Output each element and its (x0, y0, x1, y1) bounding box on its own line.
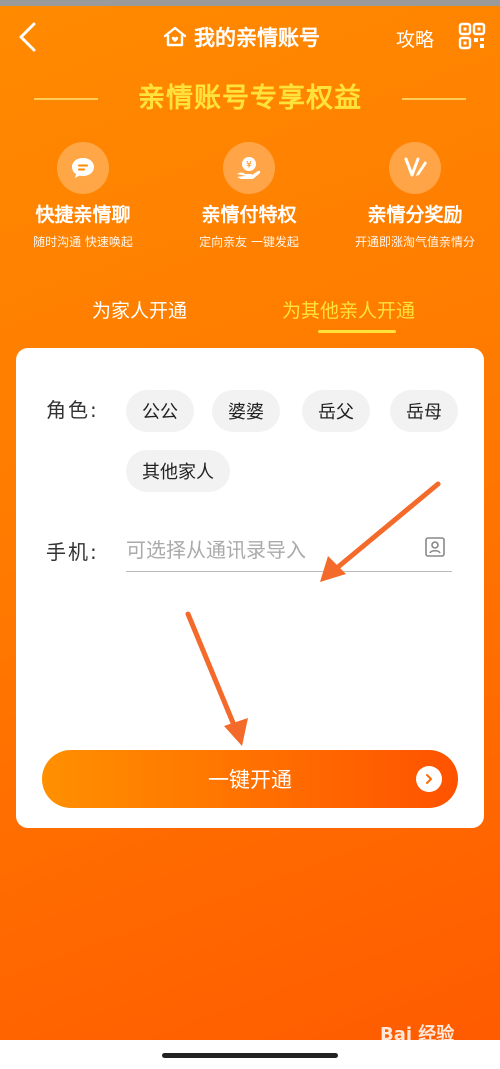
role-chip-other-family[interactable]: 其他家人 (126, 450, 230, 492)
chat-icon (57, 142, 109, 194)
tab-bar: 为家人开通 为其他亲人开通 (0, 296, 500, 336)
role-chip-mother-in-law[interactable]: 婆婆 (212, 390, 280, 432)
benefit-subtitle: 开通即涨淘气值亲情分 (354, 235, 475, 249)
watermark-logo: Bai 经验 (380, 1024, 455, 1045)
benefit-item: 亲情分奖励 开通即涨淘气值亲情分 (332, 142, 498, 250)
back-icon[interactable] (14, 20, 44, 54)
activate-button[interactable]: 一键开通 (42, 750, 458, 808)
form-card: 角色: 公公 婆婆 岳父 岳母 其他家人 手机: 一键开通 (16, 348, 484, 828)
activate-button-label: 一键开通 (208, 768, 292, 792)
role-chip-wife-mother[interactable]: 岳母 (390, 390, 458, 432)
decor-line-right (402, 98, 466, 100)
payment-hand-icon: ¥ (223, 142, 275, 194)
benefit-title: 亲情分奖励 (367, 204, 463, 226)
chevron-right-icon (416, 766, 442, 792)
decor-line-left (34, 98, 98, 100)
phone-label: 手机: (46, 540, 99, 564)
page-title: 我的亲情账号 (162, 22, 320, 52)
benefit-title: 快捷亲情聊 (35, 204, 131, 226)
active-tab-indicator (318, 330, 396, 333)
benefits-heading: 亲情账号专享权益 (0, 76, 500, 115)
phone-input[interactable] (126, 528, 452, 572)
guide-link[interactable]: 攻略 (396, 25, 434, 52)
benefit-subtitle: 随时沟通 快速唤起 (33, 235, 133, 249)
benefit-title: 亲情付特权 (201, 204, 297, 226)
contacts-icon[interactable] (424, 536, 446, 558)
role-label: 角色: (46, 398, 99, 422)
benefits-heading-text: 亲情账号专享权益 (138, 83, 362, 114)
reward-pen-icon (389, 142, 441, 194)
page-title-text: 我的亲情账号 (194, 26, 320, 50)
header: 我的亲情账号 攻略 (0, 6, 500, 66)
tab-family[interactable]: 为家人开通 (92, 296, 187, 323)
benefit-item: ¥ 亲情付特权 定向亲友 一键发起 (166, 142, 332, 250)
family-home-icon (163, 26, 187, 47)
svg-text:¥: ¥ (246, 161, 252, 171)
benefits-list: 快捷亲情聊 随时沟通 快速唤起 ¥ 亲情付特权 定向亲友 一键发起 亲情分奖励 … (0, 142, 500, 250)
tab-other-relatives[interactable]: 为其他亲人开通 (282, 296, 415, 323)
qr-code-icon[interactable] (458, 22, 486, 50)
role-chip-father-in-law[interactable]: 公公 (126, 390, 194, 432)
benefit-item: 快捷亲情聊 随时沟通 快速唤起 (0, 142, 166, 250)
home-indicator[interactable] (162, 1053, 338, 1058)
benefit-subtitle: 定向亲友 一键发起 (199, 235, 299, 249)
role-chip-wife-father[interactable]: 岳父 (302, 390, 370, 432)
